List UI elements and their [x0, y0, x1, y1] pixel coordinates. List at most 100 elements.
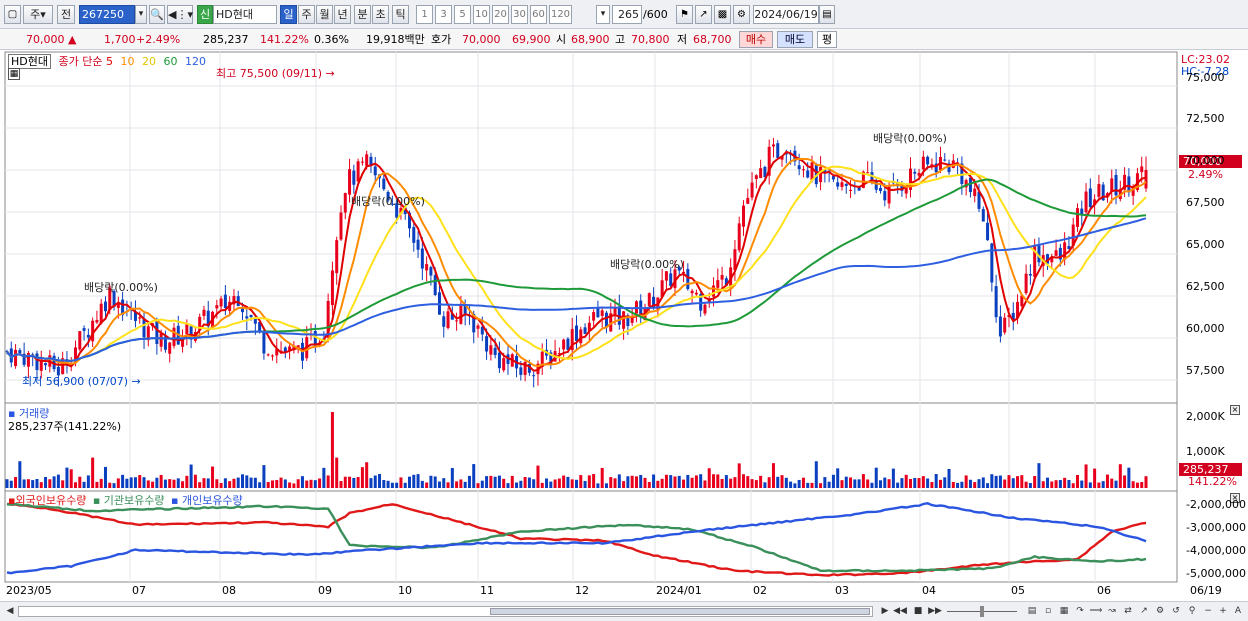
open-label: 시	[556, 33, 567, 46]
volume-bar	[784, 477, 788, 488]
candle-body	[459, 305, 463, 324]
period-tab-1[interactable]: 주	[298, 5, 315, 24]
interval-tab-5[interactable]: 30	[511, 5, 528, 24]
volume-close-icon[interactable]: ×	[1230, 405, 1240, 415]
volume-bar	[964, 475, 968, 488]
interval-tab-6[interactable]: 60	[530, 5, 547, 24]
volume-bar	[913, 477, 917, 488]
volume-bar	[776, 476, 780, 488]
grid-toggle-icon[interactable]: ▦	[8, 68, 20, 80]
volume-bar	[193, 474, 197, 488]
save-icon[interactable]: ▩	[714, 5, 731, 24]
interval-tab-4[interactable]: 20	[492, 5, 509, 24]
minus-icon[interactable]: −	[1201, 604, 1215, 618]
speaker-icon[interactable]: ◀⋮▾	[167, 5, 193, 24]
tool-icon-3[interactable]: ⇄	[1121, 604, 1135, 618]
stock-code-input[interactable]: 267250	[79, 5, 135, 24]
calendar-icon[interactable]: ▤	[819, 5, 835, 24]
zoom-slider-handle[interactable]	[980, 606, 984, 617]
tool-icon-1[interactable]: ⟹	[1089, 604, 1103, 618]
interval-dropdown-icon[interactable]: ▾	[596, 5, 610, 24]
candle-body	[716, 280, 720, 288]
rewind-icon[interactable]: ◀◀	[893, 604, 907, 618]
tool-icon-5[interactable]: ⚙	[1153, 604, 1167, 618]
volume-bar	[1033, 476, 1037, 488]
layout-icon-2[interactable]: ▫	[1041, 604, 1055, 618]
volume-bar	[639, 474, 643, 488]
dividend-note-3: 배당락(0.00%)	[610, 258, 684, 271]
candle-body	[831, 176, 835, 180]
x-axis-label-2: 08	[222, 584, 236, 597]
candle-body	[18, 350, 22, 354]
plus-icon[interactable]: +	[1216, 604, 1230, 618]
stock-name-field[interactable]: HD현대	[213, 5, 277, 24]
tool-icon-6[interactable]: ↺	[1169, 604, 1183, 618]
tool-icon-2[interactable]: ↝	[1105, 604, 1119, 618]
period-unit-select[interactable]: 주▾	[23, 5, 53, 24]
volume-bar	[575, 479, 578, 488]
volume-bar	[986, 483, 990, 488]
volume-bar	[780, 475, 784, 488]
layout-icon-4[interactable]: ↷	[1073, 604, 1087, 618]
fast-forward-icon[interactable]: ▶▶	[928, 604, 942, 618]
candle-body	[669, 273, 673, 286]
period-tab-2[interactable]: 월	[316, 5, 333, 24]
stop-icon[interactable]: ■	[911, 604, 925, 618]
interval-tab-2[interactable]: 5	[454, 5, 471, 24]
period-unit-label: 주	[30, 8, 41, 21]
candle-body	[596, 308, 600, 318]
candle-body	[172, 327, 176, 346]
period-tab-5[interactable]: 초	[372, 5, 389, 24]
volume-bar	[245, 475, 249, 488]
zoom-out-icon[interactable]: ⚲	[1185, 604, 1199, 618]
volume-bar	[198, 482, 202, 488]
candle-body	[990, 243, 994, 283]
sell-button[interactable]: 매도	[777, 31, 813, 48]
chart-type-icon[interactable]: ⚑	[676, 5, 693, 24]
period-tab-6[interactable]: 틱	[392, 5, 409, 24]
interval-tab-3[interactable]: 10	[473, 5, 490, 24]
interval-tab-0[interactable]: 1	[416, 5, 433, 24]
scroll-left-icon[interactable]: ◀	[3, 604, 17, 618]
code-dropdown-icon[interactable]: ▾	[135, 5, 147, 24]
period-tab-0[interactable]: 일	[280, 5, 297, 24]
search-icon[interactable]: 🔍	[149, 5, 165, 24]
draw-tool-icon[interactable]: ↗	[695, 5, 712, 24]
count-input[interactable]: 265	[612, 5, 642, 24]
date-field[interactable]: 2024/06/19	[753, 5, 819, 24]
volume-bar	[168, 479, 172, 488]
interval-tab-7[interactable]: 120	[549, 5, 572, 24]
price-change-pct: +2.49%	[136, 33, 181, 46]
buy-button[interactable]: 매수	[739, 31, 773, 48]
candle-body	[737, 223, 741, 251]
candle-body	[335, 240, 339, 274]
volume-bar	[339, 481, 343, 488]
volume-bar	[750, 479, 754, 488]
volume-bar	[275, 480, 279, 488]
eval-button[interactable]: 평	[817, 31, 837, 48]
scroll-thumb[interactable]	[490, 608, 870, 615]
candle-body	[497, 352, 501, 369]
volume-bar	[887, 479, 891, 488]
prev-button[interactable]: 전	[57, 5, 75, 24]
window-icon[interactable]: ▢	[4, 5, 21, 24]
ma120-label: 120	[184, 55, 206, 68]
scroll-right-icon[interactable]: ▶	[878, 604, 892, 618]
interval-tab-1[interactable]: 3	[435, 5, 452, 24]
layout-icon-1[interactable]: ▤	[1025, 604, 1039, 618]
period-tab-3[interactable]: 년	[334, 5, 351, 24]
tool-icon-4[interactable]: ↗	[1137, 604, 1151, 618]
gear-icon[interactable]: ⚙	[733, 5, 750, 24]
volume-bar	[656, 480, 660, 488]
volume-bar	[532, 479, 536, 488]
volume-bar	[643, 477, 647, 488]
candle-body	[219, 298, 223, 307]
volume-bar	[703, 480, 707, 488]
font-size-icon[interactable]: A	[1231, 604, 1245, 618]
candle-body	[686, 269, 690, 290]
period-tab-4[interactable]: 분	[354, 5, 371, 24]
horizontal-scrollbar[interactable]	[18, 606, 873, 617]
volume-bar	[450, 467, 454, 488]
price-chart-svg[interactable]	[0, 50, 1248, 601]
layout-icon-3[interactable]: ▦	[1057, 604, 1071, 618]
